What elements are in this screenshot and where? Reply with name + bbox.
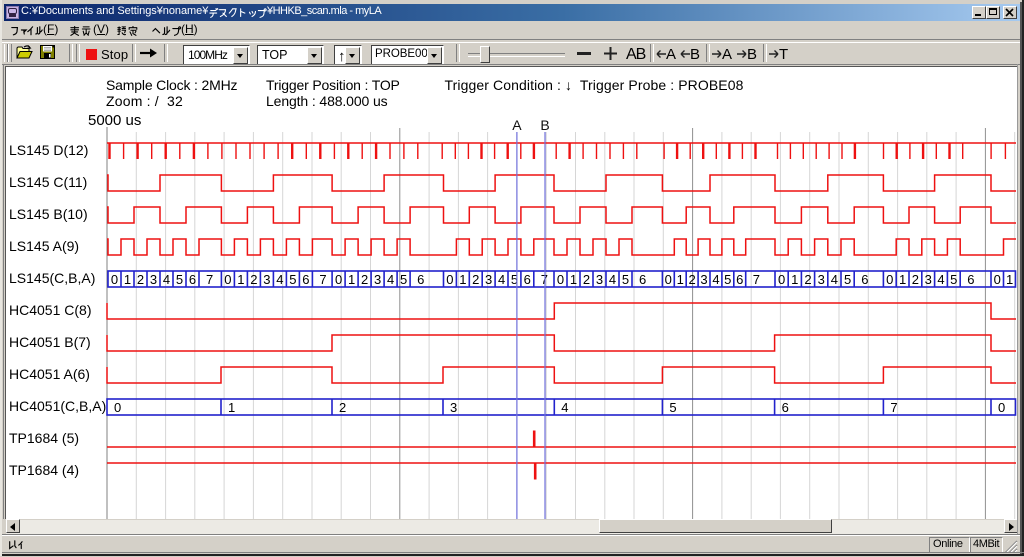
svg-text:4: 4 [498,272,505,287]
svg-text:0: 0 [886,272,893,287]
svg-text:6: 6 [524,272,531,287]
svg-text:3: 3 [818,272,825,287]
svg-text:1: 1 [899,272,906,287]
svg-text:0: 0 [994,272,1001,287]
svg-text:3: 3 [450,400,457,415]
svg-text:1: 1 [237,272,244,287]
svg-text:0: 0 [335,272,342,287]
svg-text:3: 3 [925,272,932,287]
svg-text:3: 3 [485,272,492,287]
svg-text:5: 5 [950,272,957,287]
svg-text:7: 7 [206,272,213,287]
svg-text:1: 1 [459,272,466,287]
svg-text:6: 6 [639,272,646,287]
svg-text:3: 3 [374,272,381,287]
svg-text:4: 4 [937,272,944,287]
svg-text:0: 0 [998,400,1005,415]
svg-text:1: 1 [791,272,798,287]
svg-text:4: 4 [387,272,394,287]
svg-text:2: 2 [137,272,144,287]
svg-text:6: 6 [189,272,196,287]
svg-text:3: 3 [263,272,270,287]
svg-text:0: 0 [446,272,453,287]
svg-text:5: 5 [289,272,296,287]
svg-text:4: 4 [609,272,616,287]
svg-text:4: 4 [831,272,838,287]
svg-text:3: 3 [596,272,603,287]
svg-text:6: 6 [967,272,974,287]
svg-text:2: 2 [361,272,368,287]
svg-text:1: 1 [124,272,131,287]
svg-text:6: 6 [736,272,743,287]
svg-text:5: 5 [724,272,731,287]
svg-text:2: 2 [688,272,695,287]
svg-text:0: 0 [114,400,121,415]
svg-text:4: 4 [561,400,568,415]
svg-text:1: 1 [570,272,577,287]
svg-text:1: 1 [348,272,355,287]
svg-text:4: 4 [276,272,283,287]
svg-text:5: 5 [400,272,407,287]
svg-text:1: 1 [1006,272,1013,287]
svg-text:0: 0 [557,272,564,287]
svg-text:6: 6 [782,400,789,415]
svg-text:2: 2 [339,400,346,415]
svg-text:0: 0 [224,272,231,287]
svg-text:2: 2 [804,272,811,287]
svg-text:6: 6 [417,272,424,287]
svg-text:A: A [512,117,522,133]
svg-text:2: 2 [472,272,479,287]
svg-text:0: 0 [111,272,118,287]
svg-text:6: 6 [302,272,309,287]
svg-text:5: 5 [669,400,676,415]
svg-text:7: 7 [319,272,326,287]
svg-text:2: 2 [250,272,257,287]
svg-text:5: 5 [176,272,183,287]
svg-text:3: 3 [150,272,157,287]
svg-text:3: 3 [700,272,707,287]
svg-text:1: 1 [677,272,684,287]
svg-text:0: 0 [665,272,672,287]
svg-text:5: 5 [844,272,851,287]
svg-text:0: 0 [778,272,785,287]
svg-text:B: B [540,117,549,133]
svg-text:2: 2 [912,272,919,287]
svg-text:5: 5 [622,272,629,287]
svg-text:7: 7 [890,400,897,415]
svg-text:4: 4 [163,272,170,287]
svg-text:4: 4 [712,272,719,287]
svg-text:6: 6 [861,272,868,287]
svg-text:7: 7 [753,272,760,287]
svg-text:2: 2 [583,272,590,287]
svg-text:1: 1 [228,400,235,415]
